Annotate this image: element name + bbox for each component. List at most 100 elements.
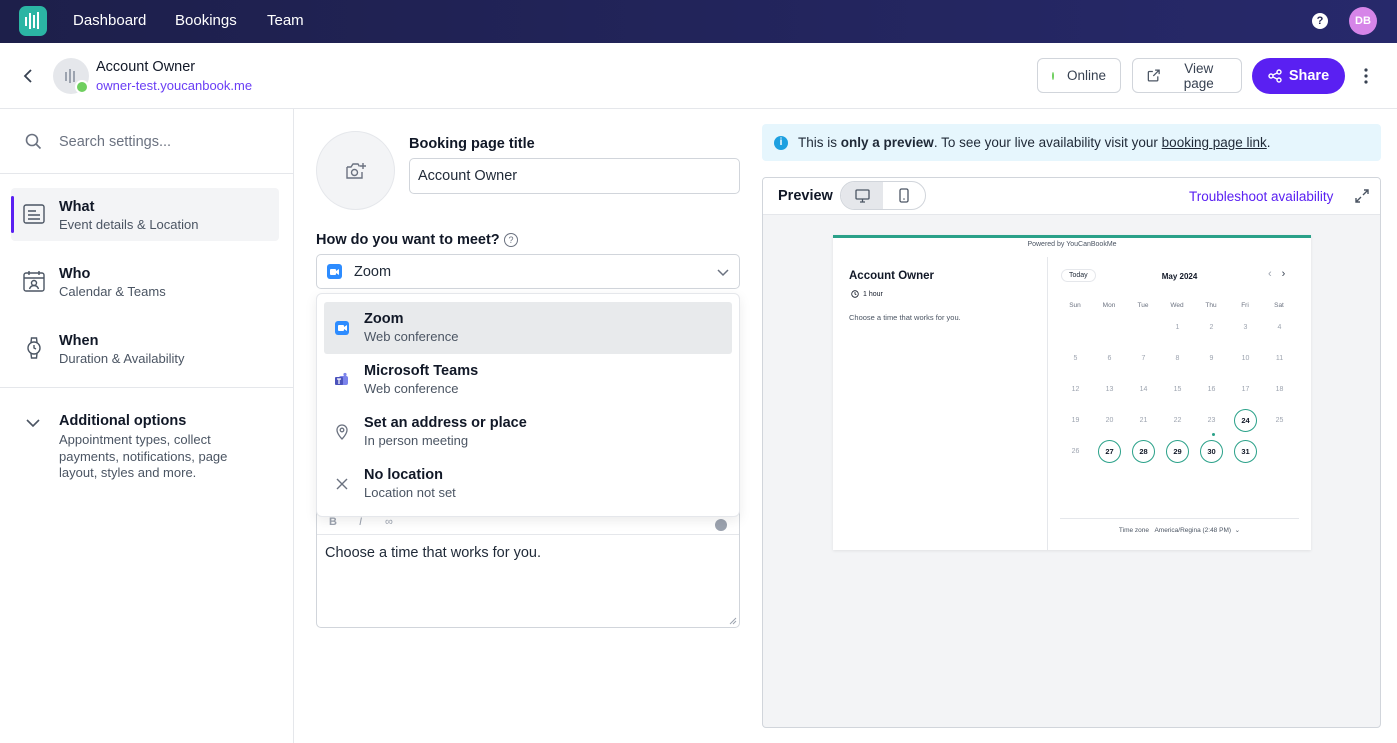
back-arrow-icon[interactable] [20, 67, 38, 85]
additional-options-title: Additional options [59, 413, 187, 429]
event-form: Booking page title How do you want to me… [294, 109, 759, 743]
app-logo[interactable] [19, 6, 47, 36]
nav-bookings[interactable]: Bookings [175, 12, 237, 29]
watch-icon [27, 337, 41, 359]
share-icon [1268, 69, 1282, 83]
booking-page-link[interactable]: booking page link [1162, 135, 1267, 150]
photo-upload[interactable] [316, 131, 395, 210]
device-toggle [840, 181, 926, 210]
calendar-day: 18 [1275, 386, 1284, 393]
option-subtitle: Web conference [364, 329, 459, 344]
option-microsoft-teams[interactable]: Microsoft Teams Web conference [324, 354, 732, 406]
option-subtitle: Web conference [364, 381, 459, 396]
meet-label: How do you want to meet? [316, 232, 500, 248]
user-avatar[interactable]: DB [1349, 7, 1377, 35]
clock-icon [851, 290, 859, 298]
camera-add-icon [345, 162, 366, 179]
timezone-label: Time zone [1118, 527, 1150, 534]
mobile-icon [899, 188, 909, 203]
account-url-link[interactable]: owner-test.youcanbook.me [96, 78, 252, 93]
option-title: No location [364, 467, 443, 483]
powered-by: Powered by YouCanBookMe [833, 241, 1311, 248]
zoom-icon [334, 320, 350, 336]
option-address[interactable]: Set an address or place In person meetin… [324, 406, 732, 458]
booking-title-input[interactable] [409, 158, 740, 194]
meeting-type-select[interactable]: Zoom [316, 254, 740, 289]
option-title: Set an address or place [364, 415, 527, 431]
prev-month-icon[interactable]: ‹ [1268, 268, 1272, 280]
preview-description: Choose a time that works for you. [849, 313, 961, 322]
available-day[interactable]: 30 [1200, 440, 1223, 463]
calendar-user-icon [23, 271, 45, 292]
calendar-day: 10 [1241, 355, 1250, 362]
italic-icon[interactable]: I [359, 516, 362, 528]
weekday-label: Wed [1170, 302, 1184, 309]
sidebar-item-when[interactable]: When Duration & Availability [11, 322, 279, 375]
more-options-icon[interactable] [1357, 67, 1375, 85]
calendar-day: 9 [1209, 355, 1214, 362]
powered-by-text: Powered by YouCanBookMe [1027, 241, 1117, 248]
link-icon[interactable]: ∞ [385, 516, 393, 528]
help-icon[interactable]: ? [1312, 13, 1328, 29]
view-page-button[interactable]: View page [1132, 58, 1242, 93]
view-page-label: View page [1183, 60, 1214, 91]
sidebar-item-title: What [59, 199, 95, 215]
close-icon [334, 476, 350, 492]
weekday-label: Tue [1137, 302, 1149, 309]
desktop-view-button[interactable] [841, 182, 883, 209]
option-no-location[interactable]: No location Location not set [324, 458, 732, 510]
timezone-row[interactable]: Time zone America/Regina (2:48 PM) ⌄ [1060, 518, 1299, 534]
available-day[interactable]: 27 [1098, 440, 1121, 463]
calendar-day: 14 [1139, 386, 1148, 393]
available-day[interactable]: 28 [1132, 440, 1155, 463]
next-month-icon[interactable]: › [1282, 268, 1286, 280]
share-button[interactable]: Share [1252, 58, 1345, 94]
available-day[interactable]: 29 [1166, 440, 1189, 463]
event-details-icon [23, 204, 45, 224]
top-nav: Dashboard Bookings Team ? DB [0, 0, 1397, 43]
option-title: Microsoft Teams [364, 363, 479, 379]
divider [0, 387, 293, 388]
notice-bold: only a preview [840, 135, 934, 150]
share-label: Share [1288, 68, 1330, 84]
notice-text: This is only a preview. To see your live… [798, 135, 1271, 150]
notice-pre: This is [798, 135, 841, 150]
description-editor[interactable]: B I ∞ Choose a time that works for you. [316, 501, 740, 628]
option-zoom[interactable]: Zoom Web conference [324, 302, 732, 354]
preview-calendar: Today May 2024 ‹ › Time zone America/Regi… [1048, 257, 1311, 550]
booking-page-preview: Powered by YouCanBookMe Account Owner 1 … [833, 235, 1311, 550]
sidebar-item-subtitle: Duration & Availability [59, 351, 185, 366]
calendar-day: 13 [1105, 386, 1114, 393]
resize-handle-icon[interactable] [727, 615, 737, 625]
sidebar-item-who[interactable]: Who Calendar & Teams [11, 255, 279, 308]
info-icon: i [774, 135, 788, 150]
help-circle-icon[interactable]: ? [504, 233, 518, 247]
bold-icon[interactable]: B [329, 516, 337, 528]
sidebar-item-what[interactable]: What Event details & Location [11, 188, 279, 241]
info-icon[interactable] [715, 519, 727, 531]
settings-sidebar: Search settings... What Event details & … [0, 109, 294, 743]
nav-dashboard[interactable]: Dashboard [73, 12, 146, 29]
meeting-type-dropdown: Zoom Web conference Microsoft Teams Web … [316, 293, 740, 517]
available-day[interactable]: 31 [1234, 440, 1257, 463]
calendar-day: 22 [1173, 417, 1182, 424]
chevron-down-icon [26, 419, 40, 428]
notice-mid: . To see your live availability visit yo… [933, 135, 1162, 150]
troubleshoot-link[interactable]: Troubleshoot availability [1189, 189, 1333, 204]
online-status-button[interactable]: Online [1037, 58, 1121, 93]
settings-search[interactable]: Search settings... [25, 133, 171, 150]
nav-team[interactable]: Team [267, 12, 304, 29]
calendar-day: 11 [1275, 355, 1284, 362]
available-day[interactable]: 24 [1234, 409, 1257, 432]
account-name: Account Owner [96, 59, 196, 75]
preview-panel: Preview Troubleshoot availability Powere… [762, 177, 1381, 728]
map-pin-icon [334, 424, 350, 440]
microsoft-teams-icon [334, 372, 350, 388]
option-subtitle: In person meeting [364, 433, 469, 448]
chevron-down-icon [717, 269, 729, 277]
weekday-label: Sat [1274, 302, 1284, 309]
zoom-icon [327, 264, 342, 279]
search-placeholder: Search settings... [59, 133, 172, 150]
mobile-view-button[interactable] [883, 182, 925, 209]
expand-icon[interactable] [1354, 188, 1370, 204]
